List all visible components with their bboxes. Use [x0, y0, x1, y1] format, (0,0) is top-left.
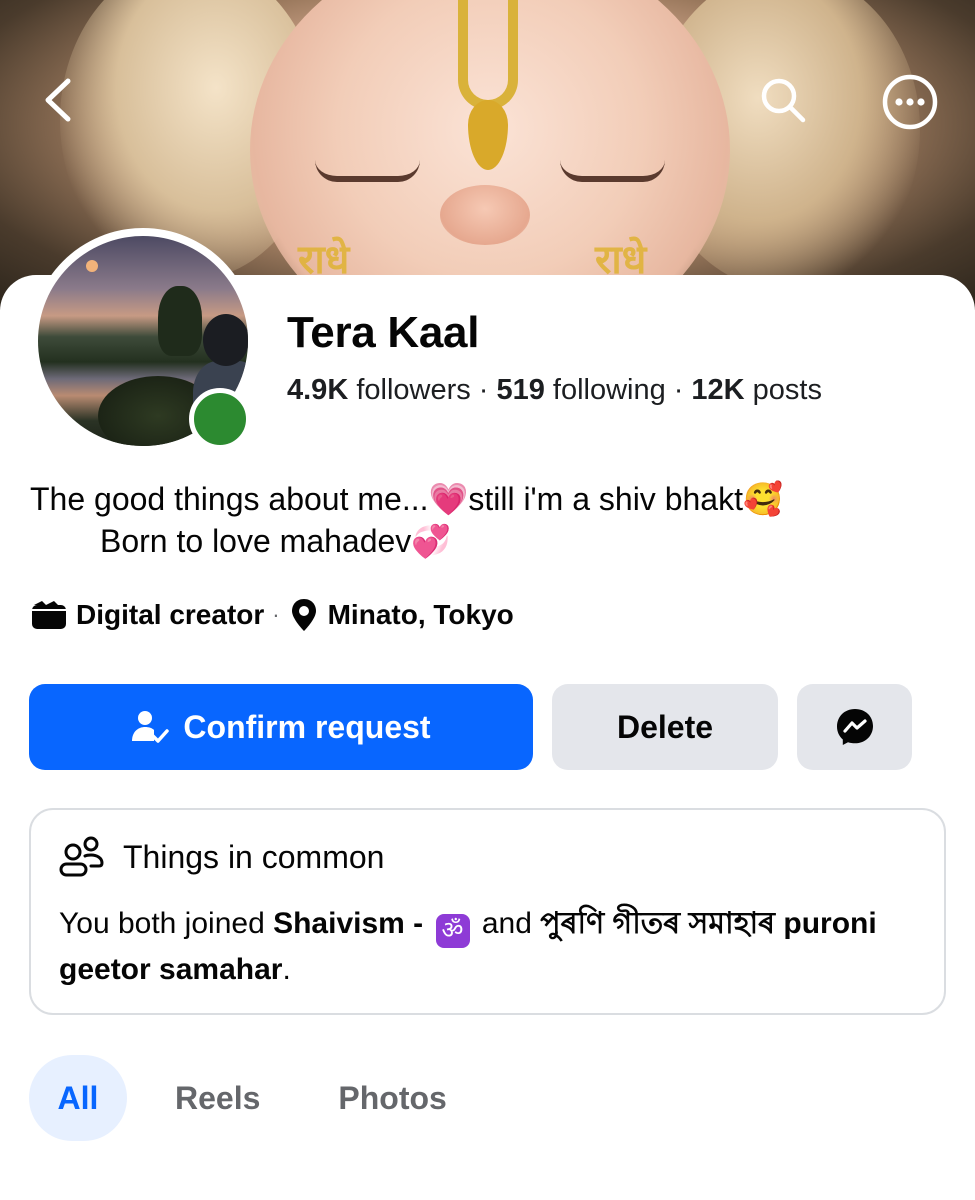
confirm-request-label: Confirm request: [183, 708, 431, 745]
clapperboard-icon: [30, 599, 68, 631]
message-button[interactable]: [797, 684, 912, 770]
things-in-common-title: Things in common: [123, 838, 385, 875]
common-prefix: You both joined: [59, 907, 274, 940]
posts-count: 12K: [691, 374, 745, 406]
followers-count: 4.9K: [287, 374, 349, 406]
posts-label: posts: [752, 374, 822, 406]
avatar-tree: [158, 286, 202, 356]
common-suffix: .: [282, 953, 291, 986]
following-link[interactable]: 519 following: [496, 374, 665, 406]
cover-eye-left: [315, 160, 420, 182]
location-text[interactable]: Minato, Tokyo: [328, 599, 514, 631]
group-link-shaivism[interactable]: Shaivism -: [273, 907, 431, 940]
back-button[interactable]: [30, 70, 85, 130]
search-button[interactable]: [755, 72, 811, 128]
profile-name: Tera Kaal: [287, 308, 480, 357]
chevron-left-icon: [45, 78, 70, 122]
people-icon: [59, 836, 105, 878]
things-in-common-card: Things in common You both joined Shaivis…: [29, 808, 946, 1015]
delete-button[interactable]: Delete: [552, 684, 778, 770]
tab-photos[interactable]: Photos: [338, 1055, 446, 1141]
things-in-common-header: Things in common: [59, 836, 384, 878]
confirm-request-button[interactable]: Confirm request: [29, 684, 533, 770]
avatar-person-head: [203, 314, 248, 366]
content-tabs: All Reels Photos: [29, 1055, 447, 1141]
more-options-button[interactable]: [880, 72, 940, 132]
following-count: 519: [496, 374, 545, 406]
tab-all[interactable]: All: [29, 1055, 127, 1141]
profile-stats: 4.9K followers · 519 following · 12K posts: [287, 374, 822, 407]
cover-nose: [440, 185, 530, 245]
search-icon: [761, 78, 806, 123]
tab-reels[interactable]: Reels: [175, 1055, 260, 1141]
bio-line-2: Born to love mahadev💞: [100, 523, 452, 559]
following-label: following: [552, 374, 666, 406]
user-check-icon: [131, 709, 170, 745]
cover-tilak: [458, 0, 518, 110]
common-and: and: [473, 907, 541, 940]
posts-link[interactable]: 12K posts: [691, 374, 822, 406]
location-pin-icon: [290, 597, 318, 633]
category-text: Digital creator: [76, 599, 265, 630]
avatar-sun: [86, 260, 98, 272]
followers-link[interactable]: 4.9K followers: [287, 374, 471, 406]
online-status-indicator: [189, 388, 251, 450]
more-dots-icon: [882, 74, 938, 130]
delete-label: Delete: [616, 708, 714, 745]
stats-separator: ·: [673, 374, 684, 406]
profile-bio: The good things about me...💗still i'm a …: [30, 478, 950, 562]
bio-line-1: The good things about me...💗still i'm a …: [30, 481, 783, 517]
profile-meta: Digital creator · Minato, Tokyo: [30, 595, 514, 635]
meta-separator: ·: [272, 602, 280, 627]
stats-separator: ·: [478, 374, 489, 406]
cover-eye-right: [560, 160, 665, 182]
things-in-common-text: You both joined Shaivism - ॐ and পুৰণি গ…: [59, 902, 919, 991]
messenger-icon: [836, 709, 873, 745]
om-symbol-icon: ॐ: [435, 914, 470, 948]
followers-label: followers: [356, 374, 471, 406]
